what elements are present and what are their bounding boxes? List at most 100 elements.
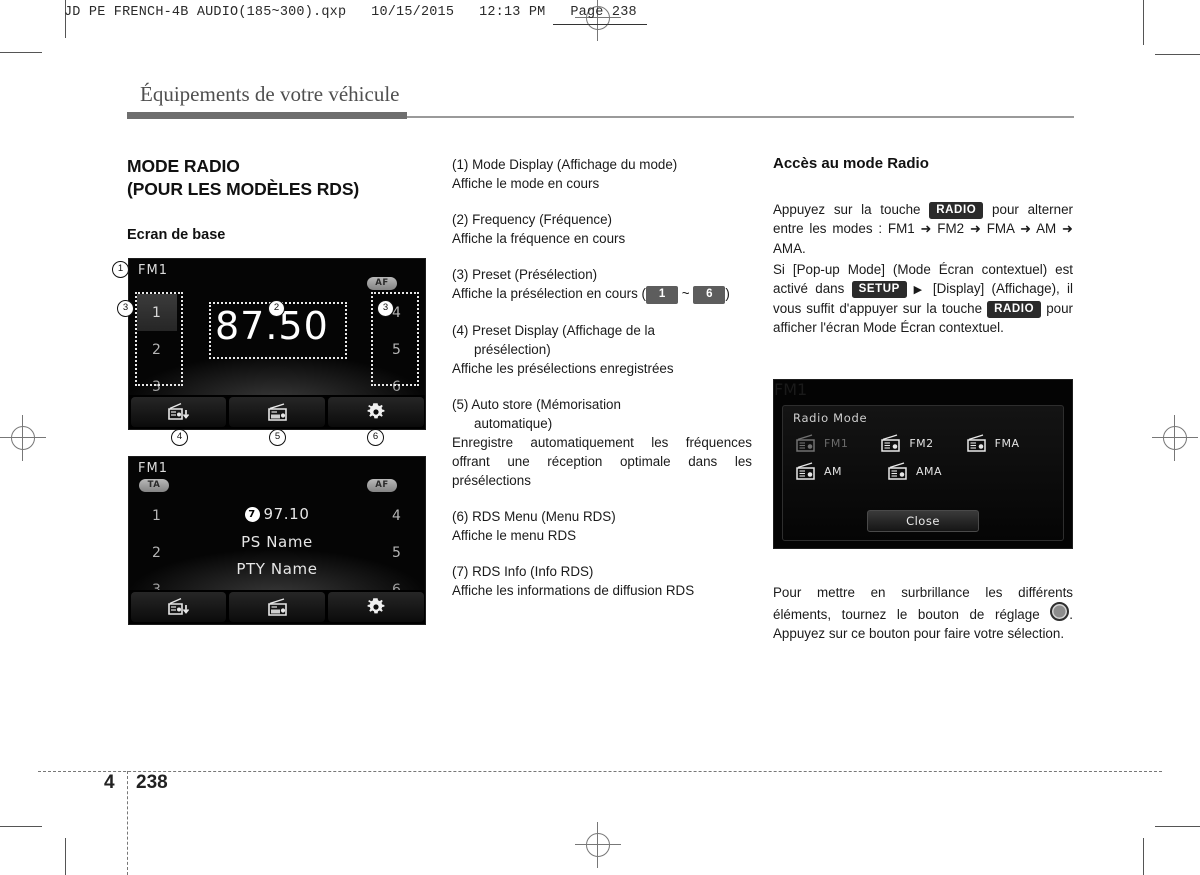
mode-chain-5: AMA. bbox=[773, 240, 806, 256]
rds-frequency: 97.10 bbox=[263, 505, 310, 523]
right-column: Accès au mode Radio Appuyez sur la touch… bbox=[773, 155, 1073, 337]
crop-mark-bottom-left-h bbox=[0, 826, 42, 827]
rds-ps-name: PS Name bbox=[241, 533, 313, 551]
item-3-desc-mid: ~ bbox=[681, 286, 690, 302]
item-4-label: (4) Preset Display (Affichage de la bbox=[452, 321, 752, 340]
rds-menu-button[interactable] bbox=[229, 397, 325, 427]
radio-rds-screen: FM1 TA AF 1 2 3 4 5 6 797.10 PS Name PTY… bbox=[128, 456, 426, 625]
crop-mark-top-right-h bbox=[1155, 54, 1200, 55]
arrow-icon-4: ➜ bbox=[1062, 221, 1073, 237]
screen-button-bar bbox=[129, 590, 425, 624]
para1-pre: Appuyez sur la touche bbox=[773, 202, 921, 217]
popup-option-ama[interactable]: AMA bbox=[887, 462, 979, 481]
callout-4: 4 bbox=[171, 429, 188, 446]
radio-icon bbox=[796, 462, 815, 480]
subsection-title: Ecran de base bbox=[127, 227, 226, 244]
item-4-label-line1: (4) Preset Display (Affichage de la bbox=[452, 322, 655, 338]
radio-auto-store-icon bbox=[168, 597, 189, 615]
right-section-title: Accès au mode Radio bbox=[773, 155, 929, 172]
radio-mode-popup-screen: FM1 Radio Mode FM1 FM2 FMA AM AMA Close bbox=[773, 379, 1073, 549]
auto-store-button[interactable] bbox=[130, 592, 227, 622]
registration-mark-left bbox=[0, 415, 46, 461]
item-4-label-line2: présélection) bbox=[474, 341, 551, 357]
right-paragraph-1: Appuyez sur la touche RADIO pour alterne… bbox=[773, 200, 1073, 258]
mode-label: FM1 bbox=[138, 263, 168, 278]
item-7-label: (7) RDS Info (Info RDS) bbox=[452, 563, 594, 579]
preset-low-badge: 1 bbox=[646, 286, 679, 304]
crop-mark-bottom-right-h bbox=[1155, 826, 1200, 827]
file-header-underline bbox=[553, 24, 647, 25]
item-5-desc: Enregistre automatiquement les fréquence… bbox=[452, 434, 752, 488]
item-6-desc: Affiche le menu RDS bbox=[452, 527, 577, 543]
rds-pty-name: PTY Name bbox=[236, 560, 318, 578]
section-title-line2: (POUR LES MODÈLES RDS) bbox=[127, 179, 360, 200]
left-column: MODE RADIO (POUR LES MODÈLES RDS) Ecran … bbox=[127, 155, 427, 243]
crop-mark-top-right-v bbox=[1143, 0, 1144, 45]
settings-button[interactable] bbox=[327, 397, 424, 427]
arrow-icon-3: ➜ bbox=[1020, 221, 1031, 237]
para3-a: Pour mettre en surbrillance les différen… bbox=[773, 585, 1073, 623]
popup-option-label: AM bbox=[824, 465, 843, 478]
header-accent-bar bbox=[127, 112, 407, 119]
popup-panel: Radio Mode FM1 FM2 FMA AM AMA Close bbox=[782, 405, 1064, 541]
item-5-label-line2: automatique) bbox=[474, 415, 553, 431]
rds-frequency-row: 7 97.10 bbox=[129, 505, 425, 523]
item-7-desc: Affiche les informations de diffusion RD… bbox=[452, 582, 695, 598]
mode-label: FM1 bbox=[138, 461, 168, 476]
callout-7: 7 bbox=[244, 507, 260, 522]
mode-label: FM1 bbox=[774, 380, 808, 399]
setup-key-badge: SETUP bbox=[851, 280, 907, 299]
settings-button[interactable] bbox=[327, 592, 424, 622]
right-paragraph-3: Pour mettre en surbrillance les différen… bbox=[773, 583, 1073, 643]
radio-rds-icon bbox=[267, 402, 287, 421]
middle-column: (1) Mode Display (Affichage du mode) Aff… bbox=[452, 155, 752, 600]
auto-store-button[interactable] bbox=[130, 397, 227, 427]
page-title: Équipements de votre véhicule bbox=[140, 82, 400, 106]
callout-5: 5 bbox=[269, 429, 286, 446]
rds-menu-button[interactable] bbox=[229, 592, 325, 622]
radio-basic-screen: FM1 AF 1 2 3 4 5 6 87.50 bbox=[128, 258, 426, 430]
popup-option-label: AMA bbox=[916, 465, 943, 478]
popup-row-2: AM AMA bbox=[795, 462, 1051, 481]
arrow-icon-2: ➜ bbox=[969, 221, 981, 237]
popup-option-label: FMA bbox=[994, 437, 1020, 450]
radio-rds-icon bbox=[267, 597, 287, 616]
popup-option-label: FM2 bbox=[909, 437, 934, 450]
screen-button-bar bbox=[129, 395, 425, 429]
callout-3-right: 3 bbox=[377, 300, 394, 317]
radio-key-badge: RADIO bbox=[929, 202, 984, 220]
popup-option-fm2[interactable]: FM2 bbox=[880, 434, 965, 453]
callout-2: 2 bbox=[268, 300, 285, 317]
item-4-label-cont: présélection) bbox=[452, 340, 752, 359]
radio-icon bbox=[881, 434, 901, 452]
arrow-icon-1: ➜ bbox=[920, 221, 932, 237]
item-3-desc-pre: Affiche la présélection en cours ( bbox=[452, 286, 647, 302]
section-title-line1: MODE RADIO bbox=[127, 156, 240, 176]
radio-icon bbox=[966, 434, 986, 452]
section-title: MODE RADIO (POUR LES MODÈLES RDS) bbox=[127, 155, 427, 201]
preset-button-1[interactable]: 1 bbox=[137, 294, 177, 331]
popup-option-fma[interactable]: FMA bbox=[966, 434, 1051, 453]
close-button[interactable]: Close bbox=[867, 510, 979, 532]
popup-option-fm1[interactable]: FM1 bbox=[795, 434, 880, 453]
preset-high-badge: 6 bbox=[693, 286, 726, 304]
radio-icon bbox=[888, 462, 907, 480]
crop-mark-bottom-right-v bbox=[1143, 838, 1144, 875]
gear-icon bbox=[367, 598, 385, 614]
chapter-number: 4 bbox=[104, 772, 115, 793]
rotary-knob-icon bbox=[1050, 602, 1070, 622]
callout-6: 6 bbox=[367, 429, 384, 446]
popup-option-am[interactable]: AM bbox=[795, 462, 887, 481]
af-badge: AF bbox=[367, 277, 397, 290]
radio-key-badge-2: RADIO bbox=[987, 300, 1042, 318]
radio-icon bbox=[796, 434, 815, 452]
registration-mark-bottom bbox=[575, 822, 621, 868]
gear-icon bbox=[367, 403, 385, 419]
item-1-label: (1) Mode Display (Affichage du mode) bbox=[452, 157, 678, 172]
item-3-desc-post: ) bbox=[725, 286, 730, 302]
ta-badge: TA bbox=[139, 479, 169, 492]
registration-mark-right bbox=[1152, 415, 1198, 461]
item-6-label: (6) RDS Menu (Menu RDS) bbox=[452, 508, 616, 524]
file-header-text: JD PE FRENCH-4B AUDIO(185~300).qxp 10/15… bbox=[64, 5, 637, 20]
item-4-desc: Affiche les présélections enregistrées bbox=[452, 360, 674, 376]
